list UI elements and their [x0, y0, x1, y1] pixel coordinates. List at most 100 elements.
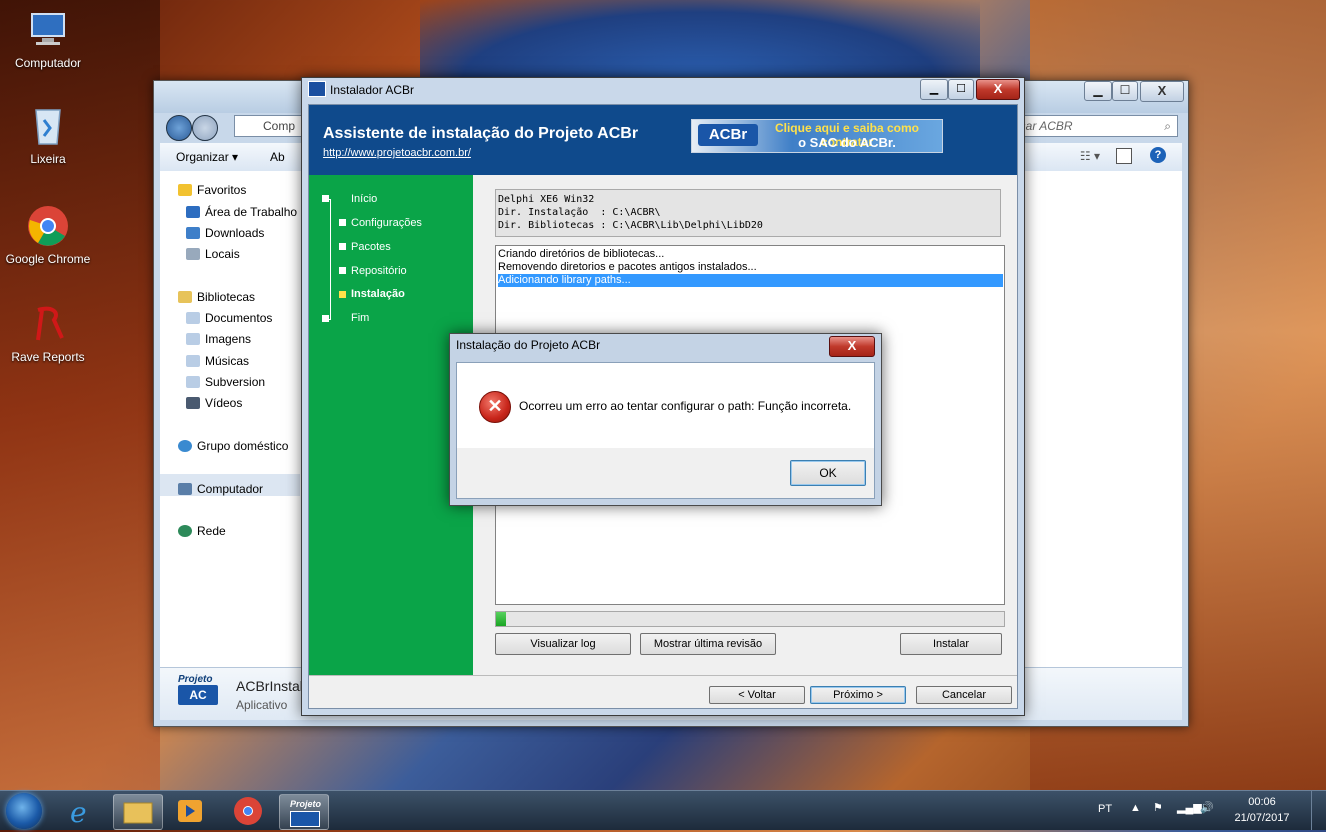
nav-libraries[interactable]: Bibliotecas [178, 290, 255, 304]
places-icon [186, 248, 200, 260]
step-marker [339, 243, 346, 250]
taskbar-acbr-installer[interactable]: Projeto [279, 794, 329, 830]
next-button[interactable]: Próximo > [810, 686, 906, 704]
search-input[interactable]: isar ACBR ⌕ [1010, 115, 1178, 137]
dialog-footer: OK [457, 448, 874, 498]
nav-locais[interactable]: Locais [186, 247, 240, 261]
homegroup-icon [178, 440, 192, 452]
action-center-flag-icon[interactable]: ⚑ [1153, 801, 1163, 814]
taskbar-internet-explorer[interactable]: e [58, 794, 106, 829]
navigation-pane: Favoritos Área de Trabalho Downloads Loc… [160, 171, 300, 668]
step-marker [339, 219, 346, 226]
downloads-icon [186, 227, 200, 239]
sac-banner[interactable]: ACBr Clique aqui e saiba como contratar … [691, 119, 943, 153]
recycle-bin-icon [26, 104, 70, 148]
minimize-button[interactable]: ▁ [920, 79, 948, 100]
media-player-icon [178, 800, 202, 822]
view-options-icon[interactable]: ☷ ▾ [1080, 149, 1100, 163]
acbr-logo: ACBr [698, 124, 758, 146]
dialog-title: Instalação do Projeto ACBr [456, 338, 601, 352]
step-marker [322, 315, 329, 322]
internet-explorer-icon: e [70, 796, 87, 829]
nav-desktop[interactable]: Área de Trabalho [186, 205, 297, 219]
star-icon [178, 184, 192, 196]
step-repositorio: Repositório [351, 265, 407, 277]
step-pacotes: Pacotes [351, 241, 391, 253]
steps-connector [330, 199, 331, 319]
music-icon [186, 355, 200, 367]
open-button[interactable]: Ab [270, 150, 285, 164]
search-icon: ⌕ [1164, 119, 1171, 133]
log-line-selected: Adicionando library paths... [498, 274, 1003, 287]
taskbar-chrome[interactable] [224, 794, 272, 828]
desktop-icon-chrome[interactable]: Google Chrome [0, 204, 96, 266]
nav-homegroup[interactable]: Grupo doméstico [178, 439, 288, 453]
show-desktop-button[interactable] [1311, 791, 1326, 830]
explorer-maximize-button[interactable]: ☐ [1112, 81, 1138, 101]
desktop-icon-computer[interactable]: Computador [0, 8, 96, 70]
show-revision-button[interactable]: Mostrar última revisão [640, 633, 776, 655]
library-icon [178, 291, 192, 303]
show-hidden-icons-icon[interactable]: ▲ [1130, 802, 1141, 814]
project-link[interactable]: http://www.projetoacbr.com.br/ [323, 147, 471, 159]
desktop-icon-rave-reports[interactable]: Rave Reports [0, 302, 96, 364]
dialog-close-button[interactable]: X [829, 336, 875, 357]
install-progress-bar [495, 611, 1005, 627]
clock-time[interactable]: 00:06 [1232, 796, 1292, 808]
computer-icon [26, 8, 70, 52]
nav-music[interactable]: Músicas [186, 354, 249, 368]
step-fim: Fim [351, 312, 370, 324]
nav-documents[interactable]: Documentos [186, 311, 272, 325]
network-signal-icon[interactable]: ▂▄▆ [1177, 801, 1202, 814]
taskbar-explorer[interactable] [113, 794, 163, 830]
taskbar-media-player[interactable] [166, 794, 214, 828]
maximize-button[interactable]: ☐ [948, 79, 974, 100]
progress-fill [496, 612, 507, 626]
view-log-button[interactable]: Visualizar log [495, 633, 631, 655]
wizard-footer: < Voltar Próximo > Cancelar [309, 675, 1017, 708]
nav-computer[interactable]: Computador [160, 474, 300, 496]
forward-arrow-icon[interactable] [192, 115, 218, 141]
explorer-close-button[interactable]: X [1140, 81, 1184, 102]
desktop-icon-label: Rave Reports [11, 350, 85, 364]
preview-pane-icon[interactable] [1116, 148, 1132, 164]
help-icon[interactable]: ? [1150, 147, 1166, 163]
organize-menu[interactable]: Organizar ▾ [176, 150, 238, 164]
banner-line2: o SAC do ACBr. [798, 135, 896, 150]
clock-date[interactable]: 21/07/2017 [1228, 812, 1296, 824]
start-button[interactable] [6, 793, 42, 829]
network-icon [178, 525, 192, 537]
back-button[interactable]: < Voltar [709, 686, 805, 704]
volume-icon[interactable]: 🔊 [1200, 801, 1214, 814]
step-marker-active [339, 291, 346, 298]
desktop-icon-label: Lixeira [30, 152, 66, 166]
cancel-button[interactable]: Cancelar [916, 686, 1012, 704]
acbr-app-icon [308, 81, 326, 97]
taskbar: e Projeto PT ▲ ⚑ ▂▄▆ 🔊 00:06 21/07/2017 [0, 790, 1326, 830]
details-type: Aplicativo [236, 698, 288, 712]
step-configuracoes: Configurações [351, 217, 422, 229]
config-line: Delphi XE6 Win32 [498, 194, 595, 205]
nav-images[interactable]: Imagens [186, 332, 251, 346]
step-instalacao: Instalação [351, 288, 405, 300]
nav-downloads[interactable]: Downloads [186, 226, 264, 240]
error-dialog: Instalação do Projeto ACBr X ✕ Ocorreu u… [449, 333, 882, 506]
nav-favorites[interactable]: Favoritos [178, 183, 246, 197]
desktop-icon-recycle-bin[interactable]: Lixeira [0, 104, 96, 166]
language-indicator[interactable]: PT [1098, 803, 1112, 815]
install-button[interactable]: Instalar [900, 633, 1002, 655]
nav-videos[interactable]: Vídeos [186, 396, 242, 410]
explorer-minimize-button[interactable]: ▁ [1084, 81, 1112, 101]
ok-button[interactable]: OK [790, 460, 866, 486]
videos-icon [186, 397, 200, 409]
step-marker [339, 267, 346, 274]
back-arrow-icon[interactable] [166, 115, 192, 141]
rave-reports-icon [26, 302, 70, 346]
log-line: Criando diretórios de bibliotecas... [498, 248, 665, 260]
svg-text:e: e [70, 796, 87, 828]
details-name: ACBrInstall [236, 678, 307, 694]
close-button[interactable]: X [976, 79, 1020, 100]
nav-network[interactable]: Rede [178, 524, 226, 538]
nav-subversion[interactable]: Subversion [186, 375, 265, 389]
config-line: Dir. Instalação : C:\ACBR\ [498, 207, 661, 218]
